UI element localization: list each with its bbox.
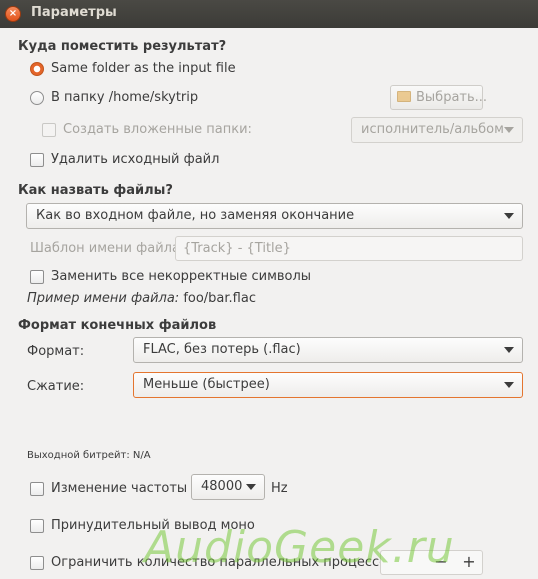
- filename-example: Пример имени файла: foo/bar.flac: [27, 291, 256, 306]
- folder-icon: [397, 91, 411, 102]
- close-icon[interactable]: ×: [5, 6, 21, 22]
- sample-rate-value: 48000: [201, 479, 243, 494]
- example-label: Пример имени файла:: [27, 291, 180, 306]
- format-select[interactable]: FLAC, без потерь (.flac): [133, 337, 523, 363]
- browse-button[interactable]: Выбрать...: [390, 85, 487, 110]
- to-folder-radio[interactable]: [30, 91, 44, 105]
- browse-button-label: Выбрать...: [416, 90, 488, 105]
- force-mono-checkbox[interactable]: [30, 519, 44, 533]
- subfolder-pattern-select[interactable]: исполнитель/альбом: [351, 117, 523, 143]
- example-value: foo/bar.flac: [179, 291, 256, 306]
- compression-label: Сжатие:: [27, 379, 85, 394]
- delete-original-checkbox[interactable]: [30, 153, 44, 167]
- create-subfolders-checkbox[interactable]: [42, 123, 56, 137]
- resample-label[interactable]: Изменение частоты: [51, 481, 187, 496]
- replace-invalid-checkbox[interactable]: [30, 270, 44, 284]
- replace-invalid-label[interactable]: Заменить все некорректные символы: [51, 269, 311, 284]
- compression-value: Меньше (быстрее): [143, 377, 270, 392]
- naming-mode-value: Как во входном файле, но заменяя окончан…: [36, 208, 355, 223]
- format-label: Формат:: [27, 344, 85, 359]
- destination-header: Куда поместить результат?: [18, 39, 227, 54]
- watermark: AudioGeek.ru: [144, 522, 455, 573]
- sample-rate-select[interactable]: 48000: [191, 474, 265, 500]
- chevron-down-icon: [504, 382, 514, 388]
- increment-button[interactable]: +: [455, 551, 483, 575]
- bitrate-text: Выходной битрейт: N/A: [27, 450, 151, 461]
- same-folder-radio[interactable]: [30, 62, 44, 76]
- create-subfolders-label: Создать вложенные папки:: [63, 122, 252, 137]
- delete-original-label[interactable]: Удалить исходный файл: [51, 152, 219, 167]
- template-input[interactable]: {Track} - {Title}: [175, 236, 523, 261]
- format-value: FLAC, без потерь (.flac): [143, 342, 301, 357]
- chevron-down-icon: [246, 484, 256, 490]
- resample-checkbox[interactable]: [30, 482, 44, 496]
- chevron-down-icon: [504, 347, 514, 353]
- same-folder-label[interactable]: Same folder as the input file: [51, 61, 236, 76]
- window-title: Параметры: [31, 5, 117, 20]
- naming-header: Как назвать файлы?: [18, 183, 173, 198]
- rate-unit: Hz: [271, 481, 288, 496]
- limit-jobs-checkbox[interactable]: [30, 556, 44, 570]
- compression-select[interactable]: Меньше (быстрее): [133, 372, 523, 398]
- subfolder-pattern-value: исполнитель/альбом: [361, 122, 504, 137]
- title-bar: × Параметры: [0, 0, 538, 28]
- to-folder-label[interactable]: В папку /home/skytrip: [51, 90, 198, 105]
- naming-mode-select[interactable]: Как во входном файле, но заменяя окончан…: [26, 203, 523, 229]
- format-header: Формат конечных файлов: [18, 318, 217, 333]
- template-label: Шаблон имени файла:: [30, 241, 185, 256]
- chevron-down-icon: [504, 127, 514, 133]
- chevron-down-icon: [504, 213, 514, 219]
